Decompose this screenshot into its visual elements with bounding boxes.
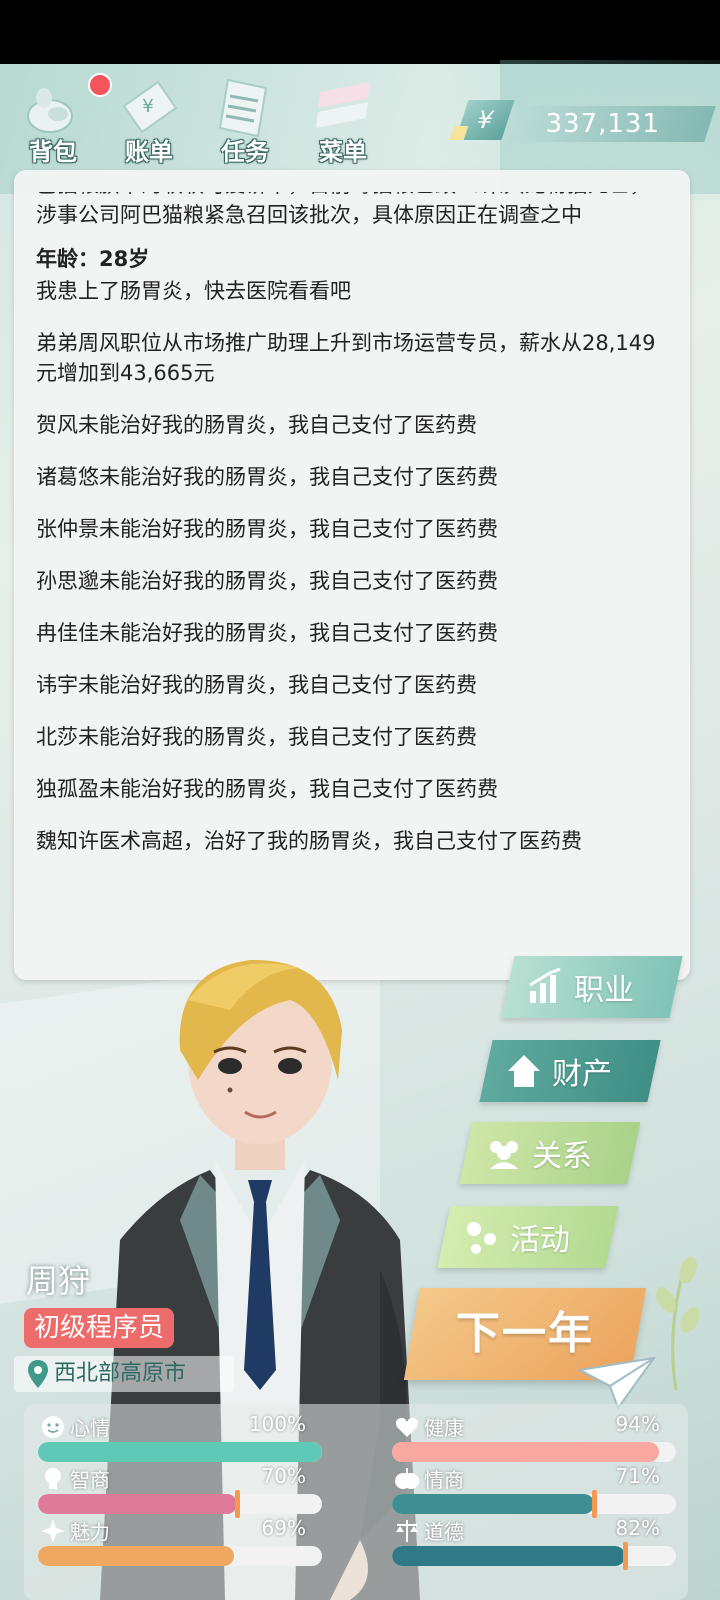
character-name: 周狩 [26,1262,91,1300]
nav-tasks[interactable]: 任务 [200,70,284,166]
backpack-icon [27,88,73,133]
log-entry: 讳宇未能治好我的肠胃炎，我自己支付了医药费 [36,673,477,697]
stat-bar-fill [38,1494,237,1514]
nav-label: 账单 [125,138,173,166]
bill-icon: ¥ [122,80,178,134]
log-entry: 冉佳佳未能治好我的肠胃炎，我自己支付了医药费 [36,621,498,645]
stat-bar [38,1546,322,1566]
people-icon [490,1141,518,1169]
smile-icon [42,1416,64,1438]
stat-bar [392,1546,676,1566]
stat-bar-fill [38,1546,234,1566]
log-entry: 诸葛悠未能治好我的肠胃炎，我自己支付了医药费 [36,465,498,489]
stat-mood: 心情 100% [24,1412,322,1464]
stat-iq: 智商 70% [24,1464,322,1518]
log-entry: 我患上了肠胃炎，快去医院看看吧 [36,279,351,303]
stat-bar [392,1442,676,1462]
career-button[interactable]: 职业 [501,956,683,1018]
menu-icon [316,82,370,128]
nav-label: 背包 [29,138,77,166]
stat-value: 69% [261,1516,306,1540]
log-entry: 贺风未能治好我的肠胃炎，我自己支付了医药费 [36,413,477,437]
job-badge: 初级程序员 [24,1308,175,1348]
house-icon [508,1055,540,1087]
stat-bar-fill [38,1442,322,1462]
stat-bar-fill [392,1494,594,1514]
event-log-list: 巴猫粮旗下的软软可爱饼干，目前每猫粮已致10呆只宠物猫死亡，涉事公司阿巴猫粮紧急… [36,192,658,878]
chart-icon [529,967,561,1003]
stat-value: 100% [248,1412,306,1436]
location-pin-icon [28,1360,48,1388]
stat-label: 健康 [424,1416,464,1440]
nav-label: 任务 [221,138,269,166]
log-entry: 巴猫粮旗下的软软可爱饼干，目前每猫粮已致10呆只宠物猫死亡，涉事公司阿巴猫粮紧急… [36,192,651,227]
heart-icon [396,1417,418,1437]
location-text: 西北部高原市 [54,1361,187,1386]
activity-button[interactable]: 活动 [437,1206,619,1268]
stat-label: 智商 [70,1468,110,1492]
task-list-icon [218,78,268,138]
stat-eq: 情商 71% [378,1464,676,1518]
log-entry: 弟弟周风职位从市场推广助理上升到市场运营专员，薪水从28,149元增加到43,6… [36,331,656,385]
log-entry: 北莎未能治好我的肠胃炎，我自己支付了医药费 [36,725,477,749]
relations-label: 关系 [532,1139,592,1174]
sparkle-icon [41,1519,65,1543]
stat-marker [591,1490,597,1518]
stat-bar [392,1494,676,1514]
money-value: 337,131 [545,109,660,139]
scale-icon [396,1520,418,1542]
nav-label: 菜单 [319,138,367,166]
nav-backpack[interactable]: 背包 [8,70,92,166]
svg-text:¥: ¥ [142,96,153,117]
stat-charm: 魅力 69% [24,1516,322,1568]
log-entry: 魏知许医术高超，治好了我的肠胃炎，我自己支付了医药费 [36,829,582,853]
log-entry: 张仲景未能治好我的肠胃炎，我自己支付了医药费 [36,517,498,541]
stat-bar-fill [392,1546,625,1566]
apple-icon [395,1468,419,1489]
stat-value: 71% [615,1464,660,1488]
stat-health: 健康 94% [378,1412,676,1464]
activity-label: 活动 [510,1223,570,1258]
stat-label: 心情 [70,1416,110,1440]
event-log-viewport[interactable]: 巴猫粮旗下的软软可爱饼干，目前每猫粮已致10呆只宠物猫死亡，涉事公司阿巴猫粮紧急… [36,192,658,952]
stat-marker [622,1542,628,1570]
status-bar [0,0,720,64]
nav-menu[interactable]: 菜单 [298,70,382,166]
stat-marker [234,1490,240,1518]
log-entry: 孙思邈未能治好我的肠胃炎，我自己支付了医药费 [36,569,498,593]
leaf-decoration [656,1256,700,1390]
relations-button[interactable]: 关系 [459,1122,641,1184]
stat-value: 70% [261,1464,306,1488]
stat-label: 魅力 [70,1520,110,1544]
event-log-panel[interactable]: 巴猫粮旗下的软软可爱饼干，目前每猫粮已致10呆只宠物猫死亡，涉事公司阿巴猫粮紧急… [14,170,690,980]
stat-morality: 道德 82% [378,1516,676,1570]
stat-value: 94% [615,1412,660,1436]
stat-value: 82% [615,1516,660,1540]
stat-bar [38,1442,322,1462]
lightbulb-icon [45,1468,61,1489]
stat-label: 道德 [424,1520,464,1544]
stat-bar [38,1494,322,1514]
stat-label: 情商 [424,1468,464,1492]
nav-bill[interactable]: ¥ 账单 [104,70,188,166]
property-button[interactable]: 财产 [479,1040,661,1102]
property-label: 财产 [552,1057,612,1092]
molecule-icon [467,1222,496,1254]
stat-bar-fill [392,1442,659,1462]
log-entry: 独孤盈未能治好我的肠胃炎，我自己支付了医药费 [36,777,498,801]
career-label: 职业 [574,973,634,1008]
age-header: 年龄：28岁 [36,247,150,271]
